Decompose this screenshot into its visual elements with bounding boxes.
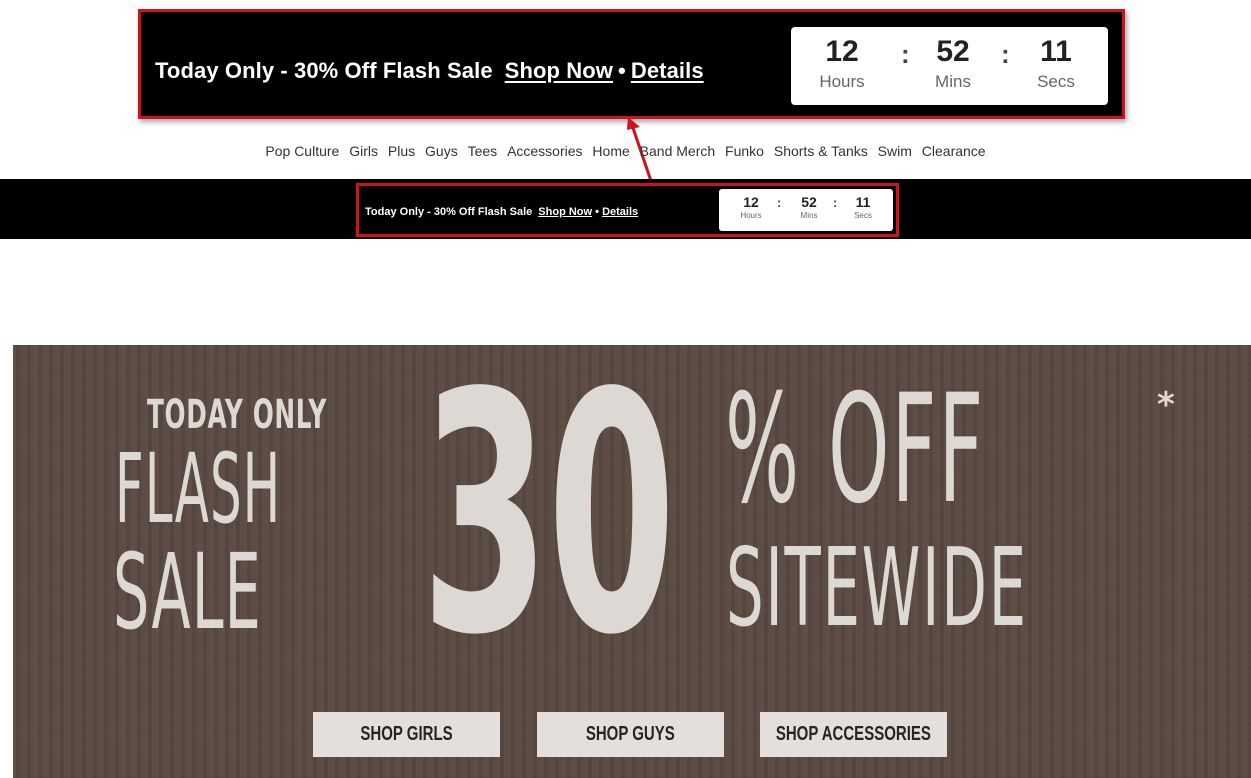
details-link[interactable]: Details <box>631 58 704 83</box>
timer-hours: 12 Hours <box>731 194 771 221</box>
hero-percent-off: % OFF <box>725 363 986 537</box>
main-nav: Pop Culture Girls Plus Guys Tees Accesso… <box>0 143 1251 169</box>
hours-value: 12 <box>743 194 759 210</box>
shop-girls-label: SHOP GIRLS <box>360 723 453 745</box>
hero-big-number: 30 <box>421 345 676 707</box>
hero-flash: FLASH <box>115 433 282 545</box>
secs-label: Secs <box>1037 72 1075 91</box>
hero-sitewide: SITEWIDE <box>726 526 1028 651</box>
timer-hours: 12 Hours <box>807 35 877 93</box>
hours-label: Hours <box>819 72 865 91</box>
mins-value: 52 <box>801 194 817 210</box>
promo-text-zoom: Today Only - 30% Off Flash Sale Shop Now •… <box>155 58 704 84</box>
timer-colon: : <box>1001 39 1010 69</box>
shop-accessories-button[interactable]: SHOP ACCESSORIES <box>760 712 947 757</box>
mins-label: Mins <box>800 211 818 220</box>
timer-mins: 52 Mins <box>789 194 829 221</box>
timer-colon: : <box>833 195 838 210</box>
mins-label: Mins <box>935 72 971 91</box>
secs-label: Secs <box>854 211 872 220</box>
hero-asterisk: * <box>1157 385 1175 425</box>
shop-guys-label: SHOP GUYS <box>586 723 675 745</box>
separator-dot: • <box>618 58 626 83</box>
countdown-timer-zoom: 12 Hours : 52 Mins : 11 Secs <box>791 27 1108 105</box>
promo-headline: Today Only - 30% Off Flash Sale <box>155 58 493 83</box>
hero-banner[interactable]: TODAY ONLY FLASH SALE 30 % OFF * SITEWID… <box>13 345 1251 778</box>
timer-secs: 11 Secs <box>843 194 883 221</box>
timer-colon: : <box>777 195 782 210</box>
nav-item-tees[interactable]: Tees <box>468 143 498 159</box>
shop-guys-button[interactable]: SHOP GUYS <box>537 712 724 757</box>
timer-colon: : <box>901 39 910 69</box>
nav-item-pop-culture[interactable]: Pop Culture <box>265 143 339 159</box>
nav-item-accessories[interactable]: Accessories <box>507 143 582 159</box>
timer-secs: 11 Secs <box>1021 35 1091 93</box>
shop-girls-button[interactable]: SHOP GIRLS <box>313 712 500 757</box>
shop-now-link[interactable]: Shop Now <box>505 58 613 83</box>
secs-value: 11 <box>855 194 871 210</box>
hours-label: Hours <box>740 211 762 220</box>
mins-value: 52 <box>936 35 970 68</box>
hero-sale: SALE <box>113 531 262 653</box>
shop-accessories-label: SHOP ACCESSORIES <box>775 723 932 745</box>
nav-item-girls[interactable]: Girls <box>349 143 378 159</box>
shop-now-link[interactable]: Shop Now <box>538 206 592 218</box>
nav-item-band-merch[interactable]: Band Merch <box>640 143 715 159</box>
details-link[interactable]: Details <box>602 206 638 218</box>
hours-value: 12 <box>825 35 859 68</box>
nav-item-shorts-tanks[interactable]: Shorts & Tanks <box>774 143 868 159</box>
nav-item-home[interactable]: Home <box>592 143 629 159</box>
promo-banner-zoom-callout: Today Only - 30% Off Flash Sale Shop Now •… <box>138 9 1125 119</box>
countdown-timer: 12 Hours : 52 Mins : 11 Secs <box>719 189 893 231</box>
nav-item-plus[interactable]: Plus <box>388 143 415 159</box>
promo-headline: Today Only - 30% Off Flash Sale <box>365 206 533 218</box>
nav-item-guys[interactable]: Guys <box>425 143 458 159</box>
nav-item-clearance[interactable]: Clearance <box>922 143 986 159</box>
nav-item-swim[interactable]: Swim <box>878 143 912 159</box>
nav-item-funko[interactable]: Funko <box>725 143 764 159</box>
timer-mins: 52 Mins <box>918 35 988 93</box>
promo-text: Today Only - 30% Off Flash Sale Shop Now … <box>365 206 638 218</box>
secs-value: 11 <box>1040 35 1072 68</box>
separator-dot: • <box>595 206 599 218</box>
hero-today-only: TODAY ONLY <box>147 392 327 438</box>
